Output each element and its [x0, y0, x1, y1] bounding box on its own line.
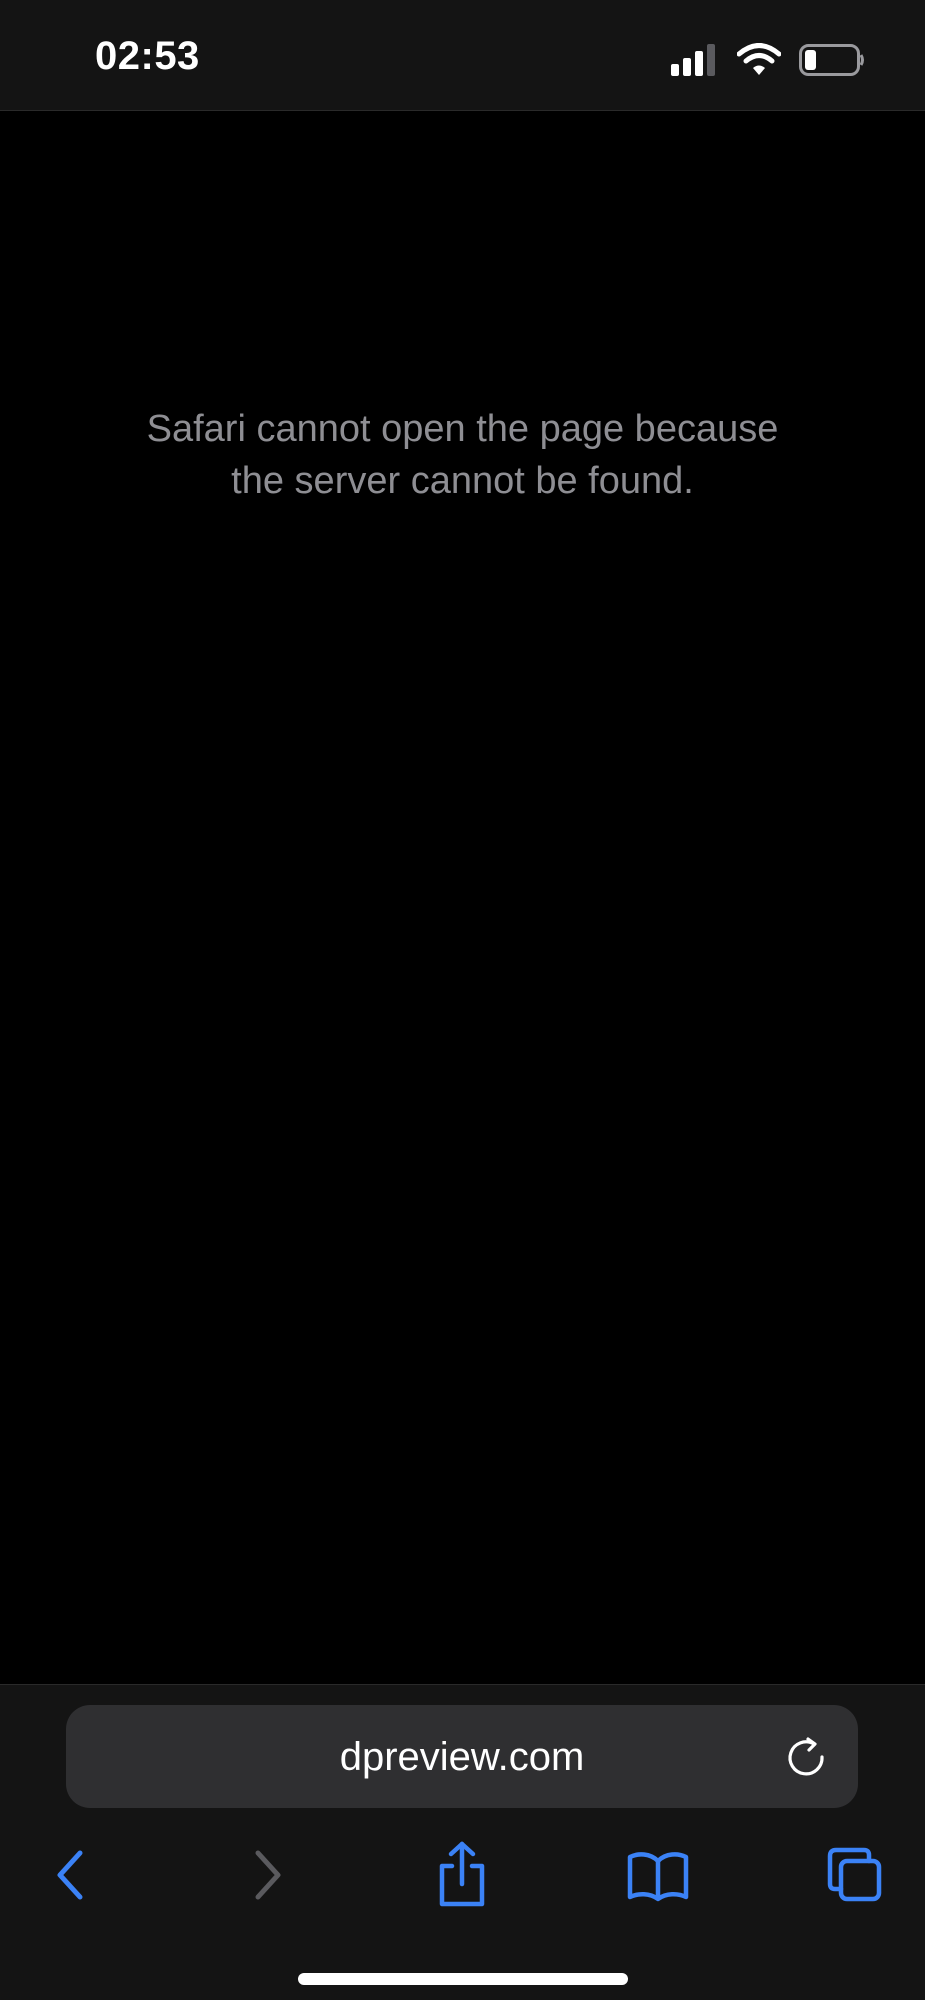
bottom-toolbar: dpreview.com [0, 1684, 925, 2000]
safari-screen: 02:53 Safari cannot open the page becaus… [0, 0, 925, 2000]
error-message-line-1: Safari cannot open the page because [146, 408, 779, 450]
status-time: 02:53 [95, 34, 200, 78]
home-indicator[interactable] [298, 1973, 628, 1985]
wifi-icon [737, 43, 781, 75]
status-bar: 02:53 [0, 0, 925, 111]
tabs-icon[interactable] [825, 1845, 885, 1905]
signal-icon [671, 44, 715, 76]
share-button[interactable] [422, 1835, 502, 1915]
error-message-line-2: the server cannot be found. [231, 460, 694, 502]
battery-icon [799, 44, 864, 76]
address-url[interactable]: dpreview.com [66, 1733, 858, 1781]
share-icon[interactable] [432, 1840, 492, 1910]
forward-button[interactable] [228, 1835, 308, 1915]
status-icons [671, 40, 865, 80]
navigation-row [0, 1835, 925, 1915]
bookmarks-button[interactable] [618, 1835, 698, 1915]
reload-icon[interactable] [784, 1735, 828, 1779]
tabs-button[interactable] [815, 1835, 895, 1915]
back-icon[interactable] [48, 1845, 92, 1905]
page-content: Safari cannot open the page because the … [0, 111, 925, 1684]
error-message: Safari cannot open the page because the … [100, 403, 825, 507]
bookmarks-icon[interactable] [626, 1847, 690, 1903]
forward-icon[interactable] [246, 1845, 290, 1905]
back-button[interactable] [30, 1835, 110, 1915]
address-bar[interactable]: dpreview.com [66, 1705, 858, 1808]
